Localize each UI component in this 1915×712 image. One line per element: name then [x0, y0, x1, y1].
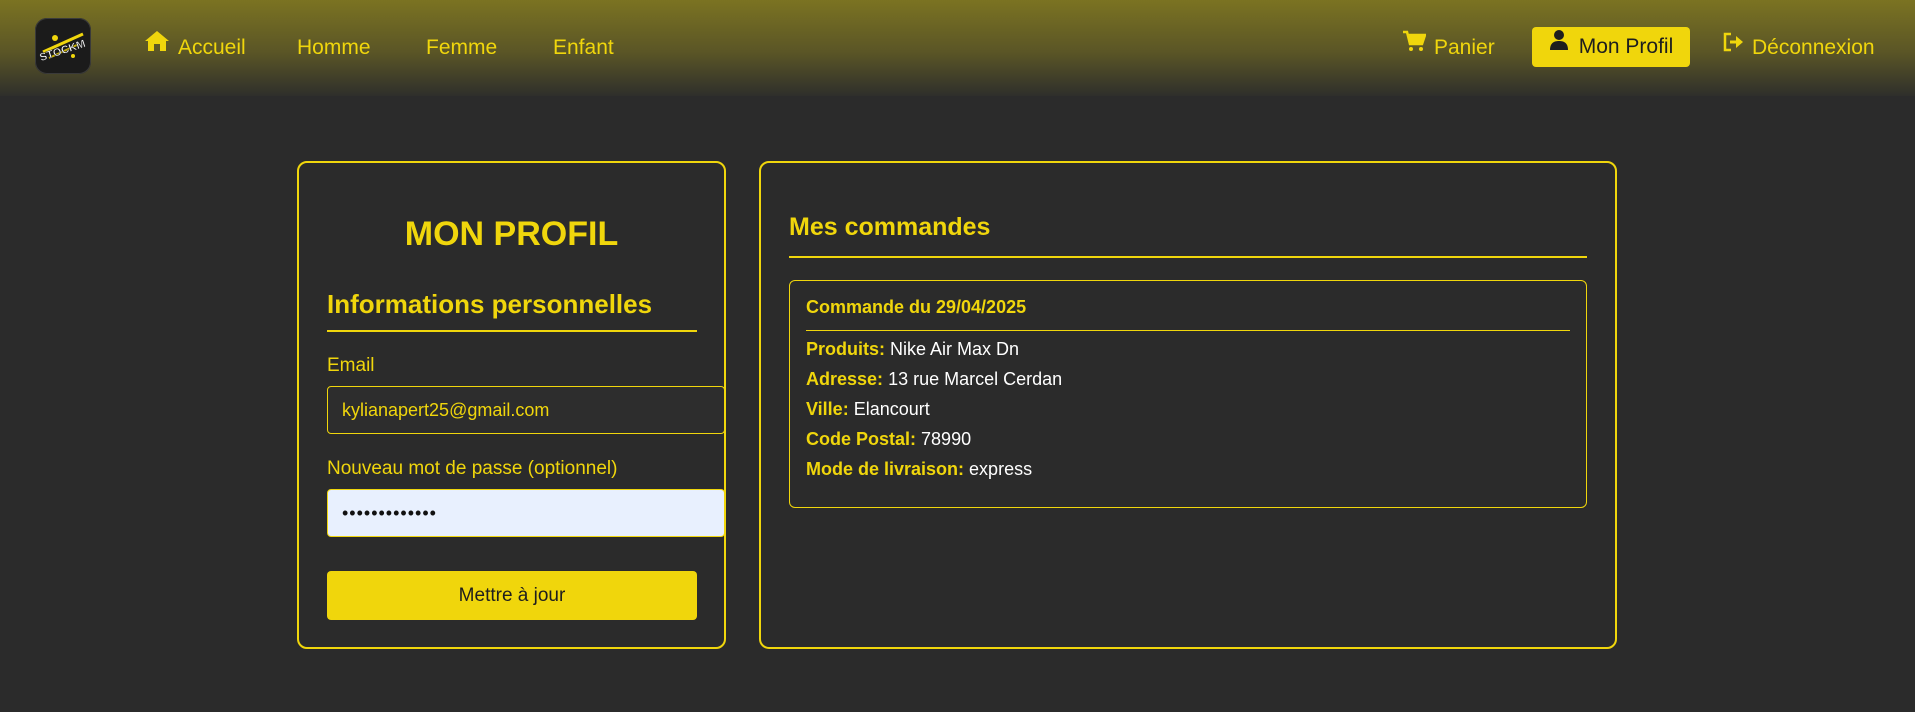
nav-link-kids-label: Enfant	[553, 36, 614, 59]
order-city: Ville: Elancourt	[806, 399, 930, 420]
order-address: Adresse: 13 rue Marcel Cerdan	[806, 369, 1062, 390]
nav-link-logout[interactable]: Déconnexion	[1722, 0, 1875, 96]
navbar: STOCKM Accueil Homme Femme Enfant Panier…	[0, 0, 1915, 96]
order-postal-label: Code Postal:	[806, 429, 917, 449]
nav-link-logout-label: Déconnexion	[1752, 36, 1875, 59]
order-postal-value: 78990	[921, 429, 972, 449]
nav-link-home[interactable]: Accueil	[144, 0, 246, 96]
orders-card: Mes commandes Commande du 29/04/2025 Pro…	[759, 161, 1617, 649]
email-field[interactable]	[327, 386, 725, 434]
logout-icon	[1722, 0, 1744, 94]
user-icon	[1549, 25, 1569, 65]
logo-mark: STOCKM	[38, 32, 87, 64]
order-city-label: Ville:	[806, 399, 849, 419]
order-postal: Code Postal: 78990	[806, 429, 971, 450]
page-title: MON PROFIL	[404, 215, 619, 253]
nav-link-men[interactable]: Homme	[297, 0, 371, 96]
personal-info-heading: Informations personnelles	[327, 289, 697, 332]
order-address-label: Adresse:	[806, 369, 884, 389]
order-item: Commande du 29/04/2025 Produits: Nike Ai…	[789, 280, 1587, 508]
password-label: Nouveau mot de passe (optionnel)	[327, 458, 618, 479]
email-label: Email	[327, 355, 375, 376]
nav-link-profile[interactable]: Mon Profil	[1532, 27, 1690, 67]
profile-card: MON PROFIL Informations personnelles Ema…	[297, 161, 726, 649]
nav-link-cart[interactable]: Panier	[1402, 0, 1495, 96]
nav-link-profile-label: Mon Profil	[1578, 35, 1674, 58]
cart-icon	[1402, 0, 1427, 94]
nav-link-kids[interactable]: Enfant	[553, 0, 614, 96]
orders-heading: Mes commandes	[789, 213, 1587, 258]
order-address-value: 13 rue Marcel Cerdan	[888, 369, 1063, 389]
order-header: Commande du 29/04/2025	[806, 297, 1570, 331]
order-delivery-value: express	[969, 459, 1033, 479]
home-icon	[144, 0, 170, 94]
nav-link-women[interactable]: Femme	[426, 0, 497, 96]
nav-link-men-label: Homme	[297, 36, 371, 59]
order-products-value: Nike Air Max Dn	[890, 339, 1020, 359]
nav-link-home-label: Accueil	[178, 36, 246, 59]
nav-link-cart-label: Panier	[1434, 36, 1495, 59]
nav-link-women-label: Femme	[426, 36, 498, 59]
password-field[interactable]	[327, 489, 725, 537]
order-city-value: Elancourt	[853, 399, 930, 419]
order-products: Produits: Nike Air Max Dn	[806, 339, 1019, 360]
logo[interactable]: STOCKM	[35, 18, 91, 74]
order-products-label: Produits:	[806, 339, 885, 359]
update-button[interactable]: Mettre à jour	[327, 571, 697, 620]
order-delivery-label: Mode de livraison:	[806, 459, 965, 479]
order-delivery: Mode de livraison: express	[806, 459, 1032, 480]
